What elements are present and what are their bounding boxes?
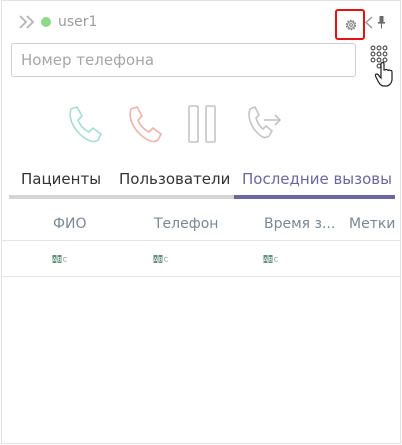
text-filter-icon[interactable]: A B C xyxy=(153,254,169,264)
column-header-tags[interactable]: Метки xyxy=(349,215,401,233)
svg-text:B: B xyxy=(268,257,272,264)
status-indicator-dot xyxy=(41,17,51,27)
tab-users[interactable]: Пользователи xyxy=(119,169,230,189)
dialpad-icon[interactable] xyxy=(368,43,394,89)
svg-text:C: C xyxy=(63,257,67,264)
hangup-button[interactable] xyxy=(124,103,164,145)
svg-text:B: B xyxy=(57,257,61,264)
filter-row: A B C A B C A B C xyxy=(2,242,401,277)
tab-bar: Пациенты Пользователи Последние вызовы xyxy=(9,161,395,199)
pause-icon xyxy=(188,105,216,143)
settings-button[interactable] xyxy=(335,9,365,40)
tab-active-indicator xyxy=(234,195,395,199)
tab-recent-calls[interactable]: Последние вызовы xyxy=(242,169,392,189)
tab-patients[interactable]: Пациенты xyxy=(21,169,101,189)
phone-number-input[interactable] xyxy=(11,43,356,77)
call-button[interactable] xyxy=(64,103,104,145)
hold-button[interactable] xyxy=(182,103,222,145)
text-filter-icon[interactable]: A B C xyxy=(263,254,279,264)
softphone-panel: user1 Номер телефона Пациенты Пользовате… xyxy=(1,0,401,444)
settings-gear-icon xyxy=(345,19,357,31)
column-header-time[interactable]: Время з... xyxy=(264,215,340,233)
table-header-row: ФИО Телефон Время з... Метки xyxy=(2,207,401,241)
expand-chevrons-icon[interactable] xyxy=(17,14,37,30)
transfer-button[interactable] xyxy=(244,103,284,145)
text-filter-icon[interactable]: A B C xyxy=(52,254,68,264)
panel-header: user1 xyxy=(2,1,400,41)
pin-icon[interactable] xyxy=(377,15,386,29)
collapse-chevron-icon[interactable] xyxy=(364,16,374,29)
svg-text:B: B xyxy=(158,257,162,264)
svg-text:C: C xyxy=(274,257,278,264)
phone-hangup-icon xyxy=(129,106,162,143)
column-header-phone[interactable]: Телефон xyxy=(154,215,234,233)
column-header-name[interactable]: ФИО xyxy=(53,215,103,233)
svg-text:C: C xyxy=(164,257,168,264)
phone-icon xyxy=(69,106,102,143)
transfer-icon xyxy=(248,106,281,139)
username-label: user1 xyxy=(58,14,98,30)
